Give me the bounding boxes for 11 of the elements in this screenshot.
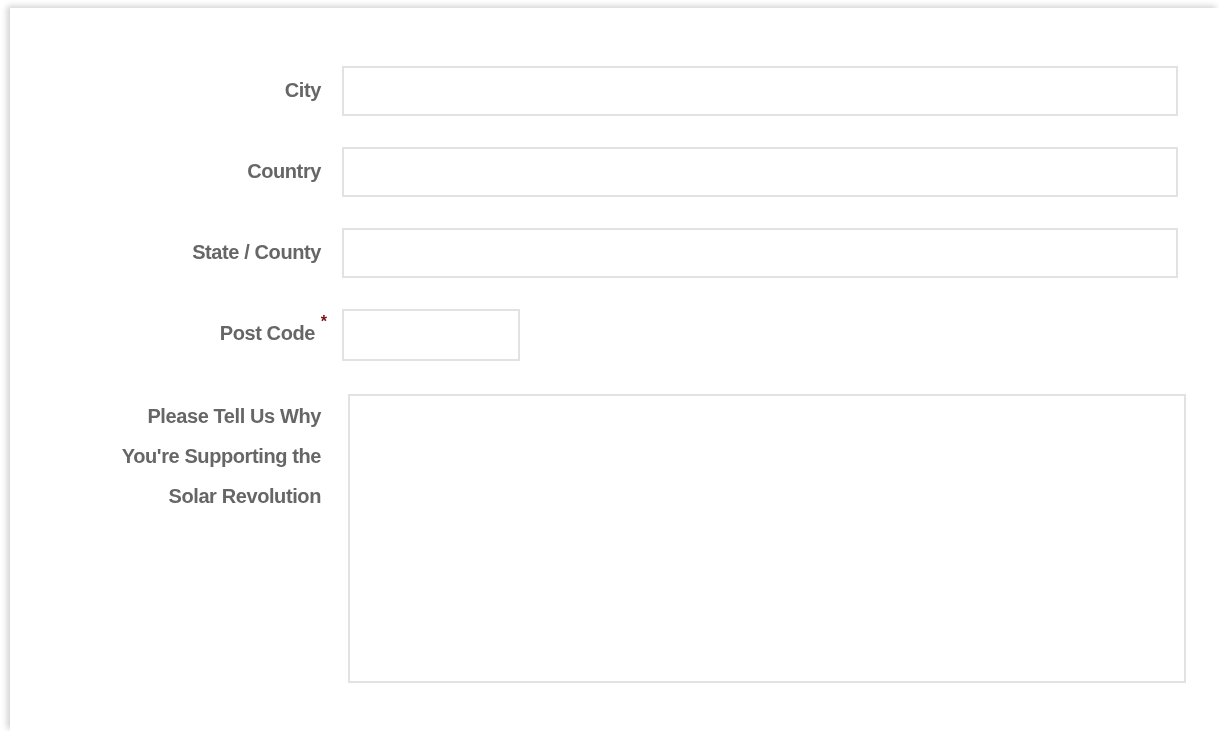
field-label: Country: [247, 159, 321, 184]
input-field[interactable]: [342, 147, 1178, 197]
text-area[interactable]: [348, 394, 1186, 683]
input-field[interactable]: [342, 228, 1178, 278]
field-label: City: [284, 78, 321, 103]
input-field[interactable]: [342, 309, 520, 361]
field-label: Please Tell Us Why You're Supporting the Solar Revolution: [120, 404, 321, 509]
field-label: State / County: [192, 240, 321, 265]
required-marker: *: [320, 313, 327, 331]
input-field[interactable]: [342, 66, 1178, 116]
field-label: Post Code: [219, 321, 315, 346]
